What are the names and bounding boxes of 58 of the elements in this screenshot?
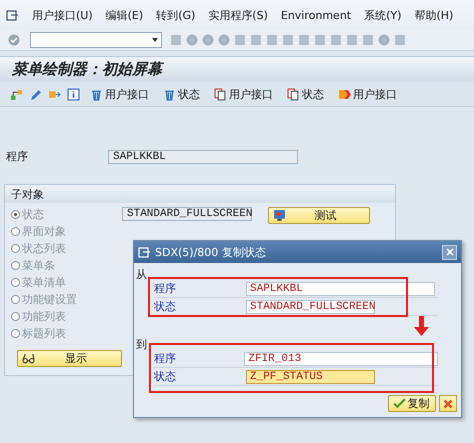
input-field[interactable]: Z_PF_STATUS [246, 370, 375, 384]
glasses-icon [22, 352, 35, 365]
group-title: 子对象 [5, 185, 395, 203]
transfer-icon [338, 88, 351, 100]
menu-icon[interactable] [6, 8, 19, 22]
close-button[interactable] [442, 244, 457, 260]
close-icon [446, 248, 454, 256]
field-label: 程序 [154, 281, 177, 296]
check-icon [393, 397, 406, 410]
delete-button[interactable]: 状态 [159, 86, 204, 102]
status-field: STANDARD_FULLSCREEN [122, 207, 252, 221]
input-field[interactable]: STANDARD_FULLSCREEN [246, 300, 375, 314]
radio-label: 菜单条 [22, 258, 55, 272]
info-icon[interactable] [67, 88, 80, 100]
menu-item[interactable]: 帮助(H) [414, 8, 454, 22]
test-button[interactable]: 测试 [268, 207, 370, 224]
menu-item[interactable]: Environment [280, 8, 352, 22]
field-label: 程序 [154, 351, 177, 366]
trash-icon [90, 88, 103, 100]
copy-icon [287, 88, 300, 100]
radio-label: 功能键设置 [22, 292, 77, 306]
program-field: SAPLKKBL [108, 150, 298, 164]
copy-icon [214, 88, 227, 100]
pencil-icon[interactable] [29, 88, 42, 100]
radio-label: 标题列表 [22, 326, 66, 340]
delete-button[interactable]: 用户接口 [86, 86, 153, 102]
menu-item[interactable]: 编辑(E) [106, 8, 144, 22]
radio-label: 菜单清单 [22, 274, 66, 290]
input-field[interactable]: ZFIR_013 [244, 352, 438, 366]
check-icon[interactable] [8, 34, 20, 46]
down-arrow [414, 316, 429, 336]
menu-item[interactable]: 转到(G) [156, 8, 196, 22]
command-field[interactable] [30, 32, 162, 48]
hierarchy-icon[interactable] [10, 88, 23, 100]
screen-title: 菜单绘制器：初始屏幕 [12, 60, 162, 79]
trash-icon [163, 88, 176, 100]
copy-button[interactable]: 状态 [283, 86, 328, 102]
radio-label: 功能列表 [22, 308, 66, 324]
field-label: 状态 [154, 299, 177, 314]
menu-item[interactable]: 用户接口(U) [32, 8, 93, 22]
radio-label: 界面对象 [22, 224, 66, 238]
section-label: 到 [136, 337, 147, 350]
field-label: 状态 [154, 369, 177, 384]
input-field[interactable]: SAPLKKBL [246, 282, 435, 296]
cancel-button[interactable] [439, 395, 457, 412]
screen-icon [273, 209, 286, 222]
section-label: 从 [136, 267, 147, 280]
copy-button[interactable]: 用户接口 [210, 86, 277, 102]
transfer-button[interactable]: 用户接口 [334, 86, 401, 102]
menu-item[interactable]: 实用程序(S) [208, 8, 268, 22]
display-button[interactable]: 显示 [17, 350, 122, 367]
field-label: 程序 [6, 149, 29, 164]
menu-item[interactable]: 系统(Y) [364, 8, 402, 22]
radio-label: 状态 [22, 206, 44, 222]
radio-label: 状态列表 [22, 240, 66, 256]
dialog-title: SDX(5)/800 复制状态 [155, 244, 267, 260]
close-icon [443, 398, 453, 408]
copy-button[interactable]: 复制 [388, 395, 436, 412]
